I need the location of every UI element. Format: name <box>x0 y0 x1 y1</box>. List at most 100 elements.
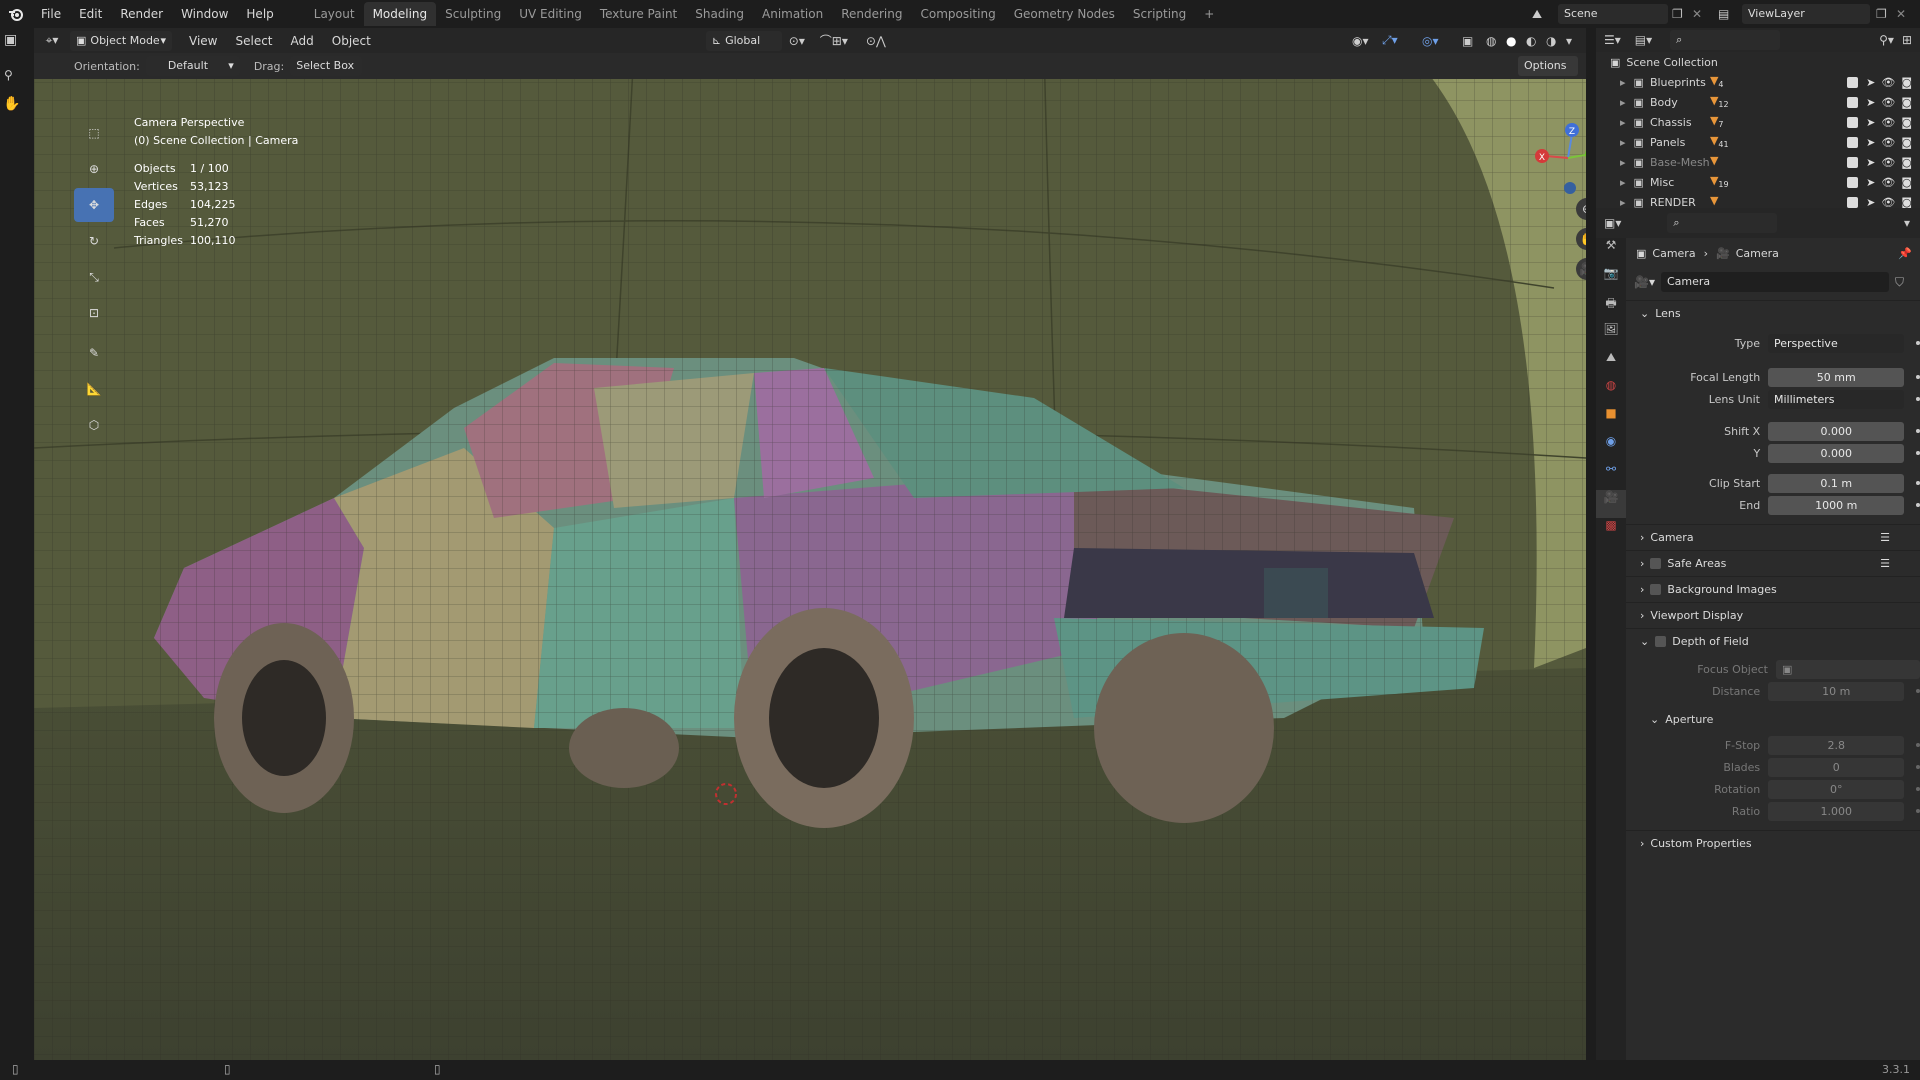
custom-properties-panel-header[interactable]: › Custom Properties <box>1626 830 1920 856</box>
scene-icon[interactable]: ⛰ <box>1532 7 1558 22</box>
wireframe-shading-icon[interactable]: ◍ <box>1486 34 1506 48</box>
add-workspace-button[interactable]: + <box>1195 2 1223 26</box>
exclude-checkbox[interactable] <box>1847 176 1859 188</box>
tab-geometry-nodes[interactable]: Geometry Nodes <box>1005 2 1124 26</box>
eye-icon[interactable]: 👁 <box>1881 136 1895 149</box>
dof-panel-header[interactable]: ⌄ Depth of Field <box>1626 628 1920 654</box>
fly-nav-icon[interactable]: ⚲ <box>4 68 13 82</box>
properties-type-icon[interactable]: ▣▾ <box>1604 216 1621 230</box>
tab-scripting[interactable]: Scripting <box>1124 2 1195 26</box>
lens-type-select[interactable]: Perspective <box>1768 333 1905 353</box>
menu-select[interactable]: Select <box>226 28 281 55</box>
menu-render[interactable]: Render <box>111 0 172 28</box>
navigation-gizmo[interactable]: Z X Y ⊕ ✋ 🎥 <box>1534 116 1586 280</box>
scene-tab-icon[interactable]: ⛰ <box>1596 350 1626 378</box>
clip-end-field[interactable]: 1000 m <box>1768 495 1905 515</box>
view-layer-icon[interactable]: ▤ <box>1718 7 1742 21</box>
animate-dot[interactable] <box>1916 503 1920 507</box>
rendered-shading-icon[interactable]: ◑ <box>1546 34 1566 48</box>
expand-icon[interactable]: ▸ <box>1620 96 1626 109</box>
rotate-tool-icon[interactable]: ↻ <box>74 224 114 258</box>
hand-icon[interactable]: ✋ <box>3 96 20 112</box>
filter-icon[interactable]: ⚲▾ <box>1879 33 1894 47</box>
solid-shading-icon[interactable]: ● <box>1506 34 1526 48</box>
animate-dot[interactable] <box>1916 481 1920 485</box>
scene-close-icon[interactable]: ✕ <box>1692 7 1718 21</box>
transform-orientation-select[interactable]: ⊾ Global <box>705 30 782 51</box>
background-images-panel-header[interactable]: › Background Images <box>1626 576 1920 602</box>
lens-unit-select[interactable]: Millimeters <box>1768 389 1905 409</box>
list-icon[interactable]: ☰ <box>1880 557 1890 570</box>
animate-dot[interactable] <box>1916 429 1920 433</box>
camera-render-icon[interactable]: ◙ <box>1901 76 1912 89</box>
camera-render-icon[interactable]: ◙ <box>1901 136 1912 149</box>
outliner-search-input[interactable]: ⌕ <box>1670 30 1781 50</box>
pin-icon[interactable]: 📌 <box>1898 247 1912 260</box>
distance-field[interactable]: 10 m <box>1768 681 1905 701</box>
scene-field[interactable]: Scene <box>1558 4 1668 24</box>
camera-render-icon[interactable]: ◙ <box>1901 196 1912 209</box>
menu-window[interactable]: Window <box>172 0 237 28</box>
animate-dot[interactable] <box>1916 451 1920 455</box>
tab-sculpting[interactable]: Sculpting <box>436 2 510 26</box>
visibility-icon[interactable]: ◉▾ <box>1352 34 1382 48</box>
tab-texture-paint[interactable]: Texture Paint <box>591 2 686 26</box>
expand-icon[interactable]: ▸ <box>1620 196 1626 209</box>
move-tool-icon[interactable]: ✥ <box>74 188 114 222</box>
pivot-icon[interactable]: ⊙▾ <box>782 34 812 48</box>
tab-uv-editing[interactable]: UV Editing <box>510 2 591 26</box>
camera-render-icon[interactable]: ◙ <box>1901 156 1912 169</box>
chevron-down-icon[interactable]: ▾ <box>1904 216 1910 230</box>
menu-view[interactable]: View <box>180 28 226 55</box>
outliner-type-icon[interactable]: ☰▾ <box>1604 33 1621 47</box>
tab-compositing[interactable]: Compositing <box>911 2 1004 26</box>
animate-dot[interactable] <box>1916 397 1920 401</box>
new-collection-icon[interactable]: ⊞ <box>1902 33 1912 47</box>
expand-icon[interactable]: ▸ <box>1620 156 1626 169</box>
tab-modeling[interactable]: Modeling <box>363 2 437 26</box>
menu-file[interactable]: File <box>32 0 70 28</box>
rotation-field[interactable]: 0° <box>1768 779 1905 799</box>
animate-dot[interactable] <box>1916 809 1920 813</box>
select-arrow-icon[interactable]: ➤ <box>1866 156 1875 169</box>
animate-dot[interactable] <box>1916 765 1920 769</box>
world-tab-icon[interactable]: ◍ <box>1596 378 1626 406</box>
ratio-field[interactable]: 1.000 <box>1768 801 1905 821</box>
viewport-display-panel-header[interactable]: › Viewport Display <box>1626 602 1920 628</box>
camera-render-icon[interactable]: ◙ <box>1901 176 1912 189</box>
editor-type-icon[interactable]: ▣ <box>4 32 17 48</box>
animate-dot[interactable] <box>1916 375 1920 379</box>
camera-data-icon[interactable]: 🎥▾ <box>1634 275 1655 289</box>
expand-icon[interactable]: ▸ <box>1620 116 1626 129</box>
texture-tab-icon[interactable]: ▩ <box>1596 518 1626 546</box>
tab-animation[interactable]: Animation <box>753 2 832 26</box>
constraints-tab-icon[interactable]: ⚯ <box>1596 462 1626 490</box>
eye-icon[interactable]: 👁 <box>1881 76 1895 89</box>
cursor-tool-icon[interactable]: ⊕ <box>74 152 114 186</box>
expand-icon[interactable]: ▸ <box>1620 136 1626 149</box>
snap-icon[interactable]: ⌒⊞▾ <box>812 32 856 49</box>
tab-shading[interactable]: Shading <box>686 2 753 26</box>
properties-search-input[interactable]: ⌕ <box>1667 213 1778 233</box>
expand-icon[interactable]: ▸ <box>1620 176 1626 189</box>
eye-icon[interactable]: 👁 <box>1881 96 1895 109</box>
options-button[interactable]: Options <box>1518 56 1578 76</box>
checkbox[interactable] <box>1650 558 1662 569</box>
add-cube-tool-icon[interactable]: ⬡ <box>74 408 114 442</box>
3d-viewport[interactable]: ⌖▾ ▣ Object Mode ▾ View Select Add Object … <box>34 28 1586 1060</box>
camera-data-tab-icon[interactable]: 🎥 <box>1596 490 1626 518</box>
tool-tab-icon[interactable]: ⚒ <box>1596 238 1626 266</box>
scene-copy-icon[interactable]: ❐ <box>1672 7 1692 21</box>
exclude-checkbox[interactable] <box>1847 196 1859 208</box>
view-layer-tab-icon[interactable]: 🖼 <box>1596 322 1626 350</box>
material-shading-icon[interactable]: ◐ <box>1526 34 1546 48</box>
fake-user-icon[interactable]: ⛉ <box>1895 275 1904 290</box>
menu-edit[interactable]: Edit <box>70 0 111 28</box>
select-arrow-icon[interactable]: ➤ <box>1866 76 1875 89</box>
expand-icon[interactable]: ▸ <box>1620 76 1626 89</box>
focal-length-field[interactable]: 50 mm <box>1768 367 1905 387</box>
camera-panel-header[interactable]: › Camera ☰ <box>1626 524 1920 550</box>
focus-object-field[interactable]: ▣ <box>1776 659 1920 679</box>
object-tab-icon[interactable]: ■ <box>1596 406 1626 434</box>
outliner-row[interactable]: ▸ ▣ Chassis ▼7 ➤ 👁 ◙ <box>1596 112 1920 132</box>
